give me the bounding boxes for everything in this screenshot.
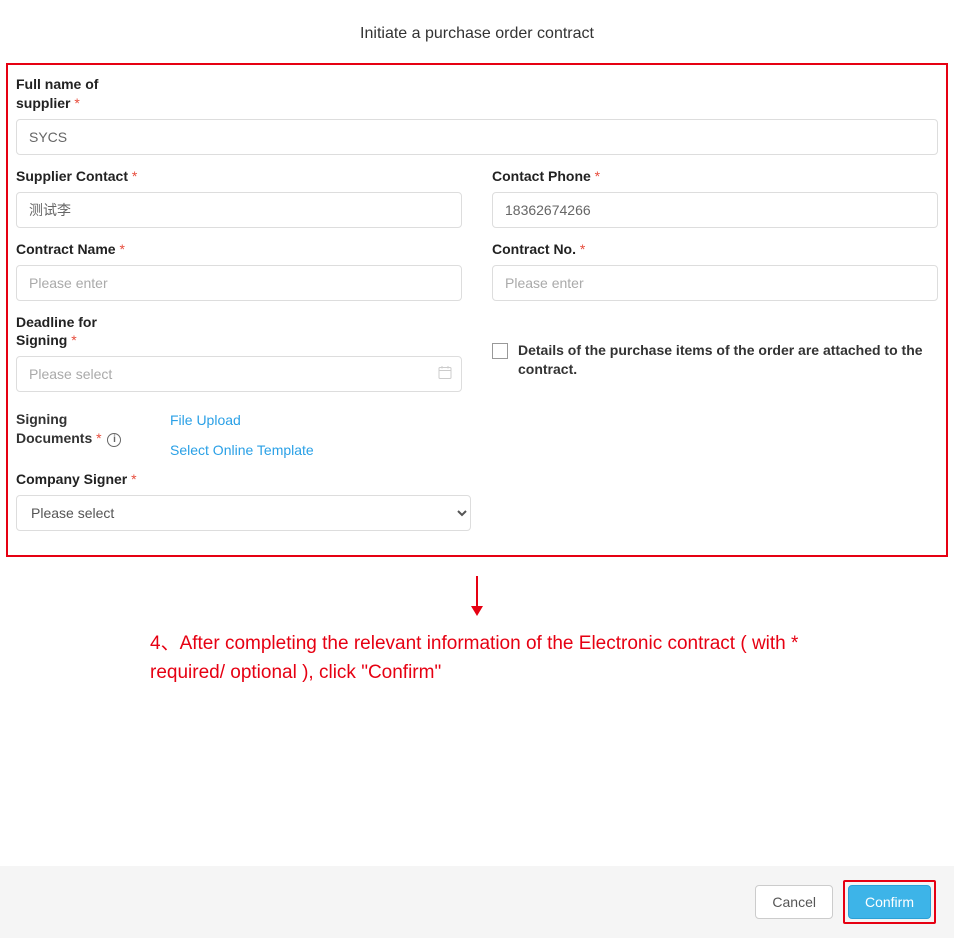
label-attach-items: Details of the purchase items of the ord… [518, 341, 938, 380]
input-contract-no[interactable] [492, 265, 938, 301]
annotation-arrow-icon [471, 576, 483, 616]
footer-bar: Cancel Confirm [0, 866, 954, 938]
label-contact-phone: Contact Phone * [492, 167, 938, 186]
annotation-text: 4、After completing the relevant informat… [0, 630, 954, 687]
field-supplier-contact: Supplier Contact * [16, 167, 462, 228]
link-select-online-template[interactable]: Select Online Template [170, 442, 314, 458]
field-signing-documents: Signing Documents * i File Upload Select… [16, 410, 938, 458]
field-contract-name: Contract Name * [16, 240, 462, 301]
confirm-highlight: Confirm [843, 880, 936, 924]
input-supplier-contact[interactable] [16, 192, 462, 228]
field-contact-phone: Contact Phone * [492, 167, 938, 228]
field-supplier-name: Full name of supplier * [16, 75, 938, 155]
checkbox-attach-items[interactable] [492, 343, 508, 359]
link-file-upload[interactable]: File Upload [170, 412, 314, 428]
input-supplier-name[interactable] [16, 119, 938, 155]
field-contract-no: Contract No. * [492, 240, 938, 301]
form-container: Full name of supplier * Supplier Contact… [6, 63, 948, 557]
input-contract-name[interactable] [16, 265, 462, 301]
field-company-signer: Company Signer * Please select [16, 470, 938, 531]
info-icon[interactable]: i [107, 433, 121, 447]
input-contact-phone[interactable] [492, 192, 938, 228]
field-attach-items: Details of the purchase items of the ord… [492, 313, 938, 393]
cancel-button[interactable]: Cancel [755, 885, 833, 919]
label-contract-name: Contract Name * [16, 240, 462, 259]
label-supplier-name: Full name of supplier * [16, 75, 146, 113]
field-deadline: Deadline for Signing * [16, 313, 462, 393]
page-title: Initiate a purchase order contract [0, 0, 954, 63]
label-contract-no: Contract No. * [492, 240, 938, 259]
label-supplier-contact: Supplier Contact * [16, 167, 462, 186]
label-company-signer: Company Signer * [16, 470, 938, 489]
label-signing-documents: Signing Documents * i [16, 410, 146, 448]
label-deadline: Deadline for Signing * [16, 313, 146, 351]
input-deadline[interactable] [16, 356, 462, 392]
select-company-signer[interactable]: Please select [16, 495, 471, 531]
confirm-button[interactable]: Confirm [848, 885, 931, 919]
